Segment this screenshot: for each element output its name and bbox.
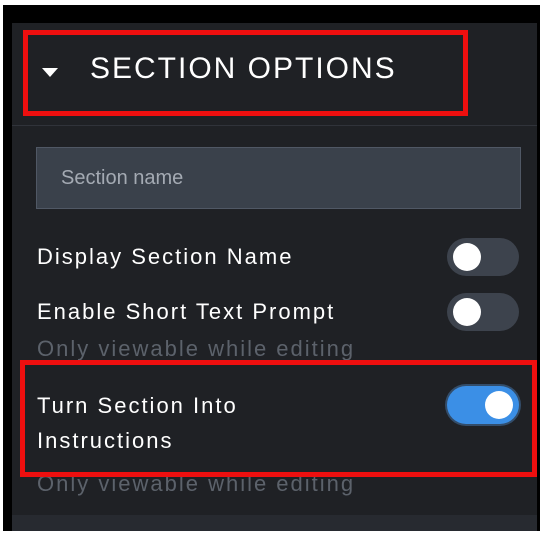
turn-section-into-instructions-label-line2: Instructions xyxy=(37,428,174,453)
header-highlight-box xyxy=(23,30,468,116)
display-section-name-label: Display Section Name xyxy=(37,244,294,269)
section-name-input[interactable] xyxy=(36,147,521,209)
toggle-knob xyxy=(485,391,513,419)
toggle-knob xyxy=(453,243,481,271)
turn-section-into-instructions-label-line1: Turn Section Into xyxy=(37,393,238,418)
display-section-name-toggle[interactable] xyxy=(447,238,519,276)
toggle-knob xyxy=(453,298,481,326)
panel-footer-divider xyxy=(12,515,537,531)
enable-short-text-prompt-toggle[interactable] xyxy=(447,293,519,331)
section-options-panel: SECTION OPTIONS Display Section Name Ena… xyxy=(12,23,537,531)
enable-short-text-prompt-label: Enable Short Text Prompt xyxy=(37,299,336,324)
turn-section-into-instructions-toggle[interactable] xyxy=(447,386,519,424)
